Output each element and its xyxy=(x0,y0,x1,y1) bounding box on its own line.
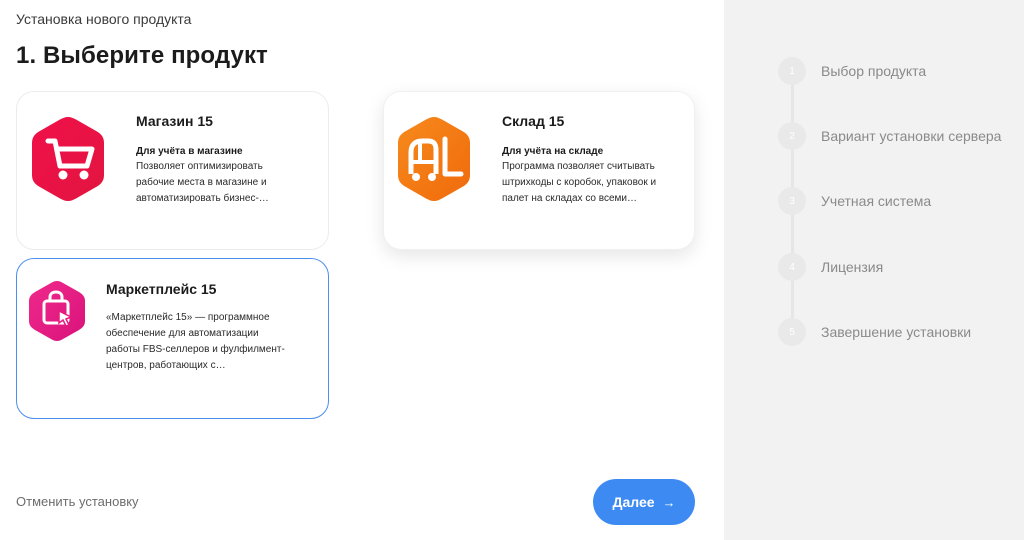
product-title: Магазин 15 xyxy=(136,113,213,129)
product-subtitle: Для учёта на складе xyxy=(502,146,604,157)
main-panel: Установка нового продукта 1. Выберите пр… xyxy=(0,0,724,540)
step-label: Выбор продукта xyxy=(821,63,927,79)
step-label: Завершение установки xyxy=(821,324,972,340)
product-description: Позволяет оптимизировать рабочие места в… xyxy=(136,161,269,204)
step-label: Лицензия xyxy=(821,259,884,275)
product-description: Программа позволяет считывать штрихкоды … xyxy=(502,161,657,204)
step-number: 4 xyxy=(778,253,806,281)
product-card-magazin[interactable]: Магазин 15 Для учёта в магазине Позволяе… xyxy=(16,91,329,250)
step-number: 5 xyxy=(778,318,806,346)
next-button-label: Далее xyxy=(612,494,655,510)
step-number: 1 xyxy=(778,57,806,85)
product-subtitle: Для учёта в магазине xyxy=(136,146,243,157)
step-item-5: 5 Завершение установки xyxy=(778,318,971,346)
product-title: Маркетплейс 15 xyxy=(106,281,217,297)
product-card-sklad[interactable]: Склад 15 Для учёта на складе Программа п… xyxy=(383,91,695,250)
product-title: Склад 15 xyxy=(502,113,565,129)
arrow-right-icon: → xyxy=(662,494,676,510)
shopping-cart-icon xyxy=(32,117,104,201)
shopping-bag-cursor-icon xyxy=(29,281,85,341)
step-item-1: 1 Выбор продукта xyxy=(778,57,926,85)
step-item-3: 3 Учетная система xyxy=(778,187,931,215)
step-item-4: 4 Лицензия xyxy=(778,253,883,281)
forklift-icon xyxy=(398,117,470,201)
cancel-install-link[interactable]: Отменить установку xyxy=(16,494,139,509)
step-label: Вариант установки сервера xyxy=(821,128,1002,144)
step-number: 3 xyxy=(778,187,806,215)
step-item-2: 2 Вариант установки сервера xyxy=(778,122,1001,150)
product-description: «Маркетплейс 15» — программное обеспечен… xyxy=(106,312,285,371)
step-number: 2 xyxy=(778,122,806,150)
page-title: 1. Выберите продукт xyxy=(16,42,268,69)
product-card-marketplace[interactable]: Маркетплейс 15 «Маркетплейс 15» — програ… xyxy=(16,258,329,419)
step-label: Учетная система xyxy=(821,193,932,209)
next-button[interactable]: Далее → xyxy=(593,479,695,525)
breadcrumb: Установка нового продукта xyxy=(16,11,192,27)
